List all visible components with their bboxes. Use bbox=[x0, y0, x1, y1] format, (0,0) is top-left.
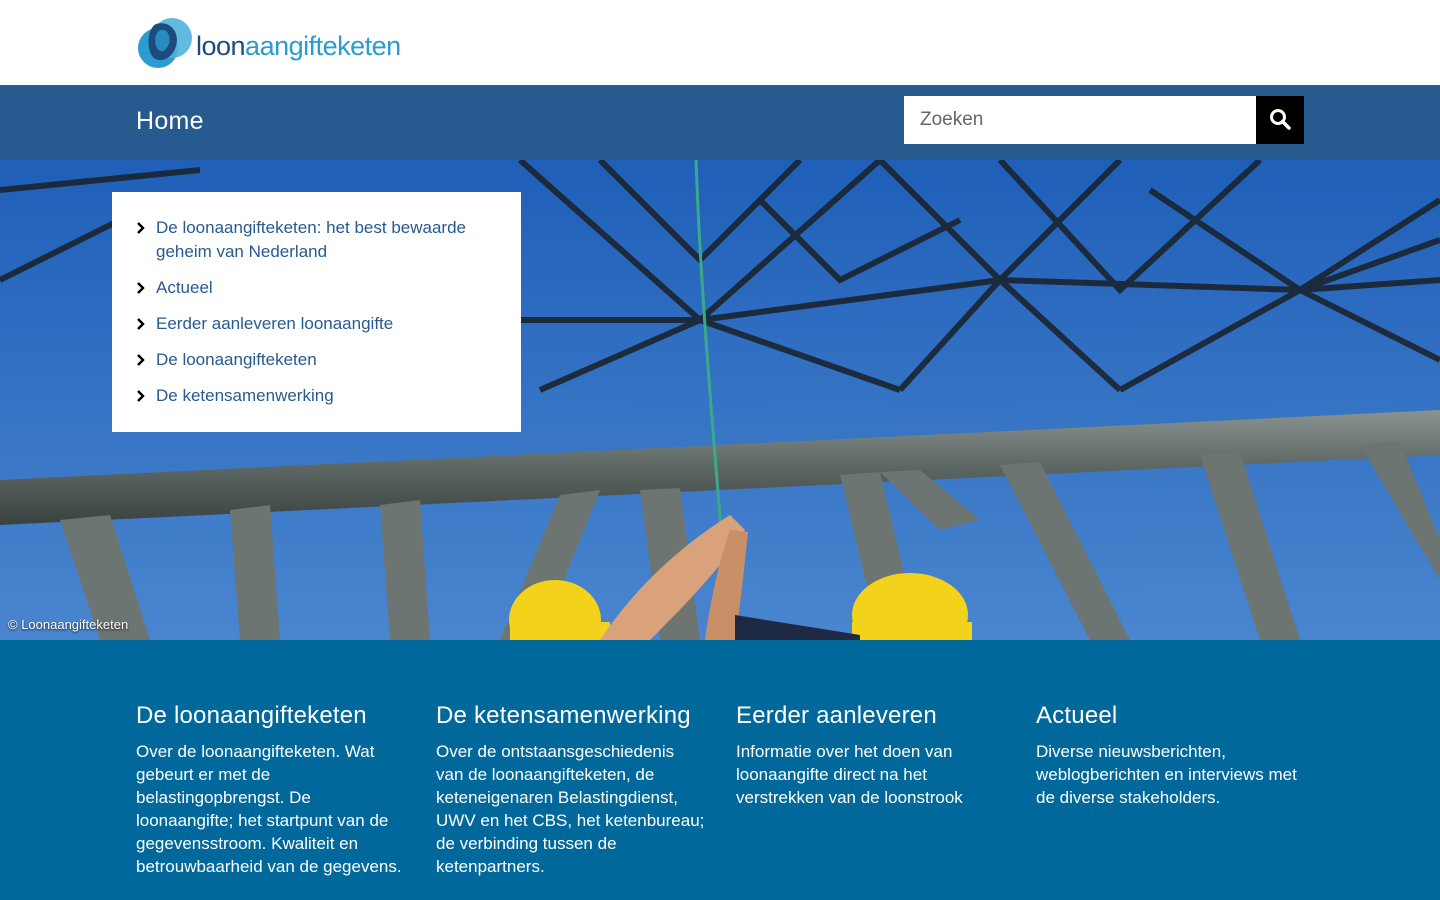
hero-menu-item-label: Eerder aanleveren loonaangifte bbox=[156, 314, 394, 333]
chevron-right-icon bbox=[136, 312, 156, 336]
hero-menu-item-best-bewaarde-geheim[interactable]: De loonaangifteketen: het best bewaarde … bbox=[136, 216, 497, 264]
hero-menu-item-label: Actueel bbox=[156, 278, 213, 297]
search-input[interactable] bbox=[904, 96, 1256, 144]
hero-menu-item-label: De ketensamenwerking bbox=[156, 386, 334, 405]
chevron-right-icon bbox=[136, 348, 156, 372]
navigation-bar: Home bbox=[0, 85, 1440, 160]
hero-menu: De loonaangifteketen: het best bewaarde … bbox=[112, 192, 521, 432]
search-button[interactable] bbox=[1256, 96, 1304, 144]
hero-menu-item-eerder-aanleveren[interactable]: Eerder aanleveren loonaangifte bbox=[136, 312, 497, 336]
topic-block-title[interactable]: Eerder aanleveren bbox=[736, 702, 1006, 730]
logo-icon bbox=[136, 16, 194, 70]
logo-text-part1: loon bbox=[196, 30, 246, 61]
topic-block-eerder-aanleveren[interactable]: Eerder aanleveren Informatie over het do… bbox=[736, 702, 1006, 809]
search-form bbox=[904, 96, 1304, 144]
chevron-right-icon bbox=[136, 276, 156, 300]
chevron-right-icon bbox=[136, 384, 156, 408]
topic-block-title[interactable]: De ketensamenwerking bbox=[436, 702, 706, 730]
logo-wordmark: loonaangifteketen bbox=[196, 30, 401, 61]
hero-banner: De loonaangifteketen: het best bewaarde … bbox=[0, 160, 1440, 640]
hero-menu-item-label: De loonaangifteketen: het best bewaarde … bbox=[156, 218, 467, 261]
topic-block-text: Informatie over het doen van loonaangift… bbox=[736, 742, 963, 807]
image-credit: © Loonaangifteketen bbox=[8, 617, 129, 632]
hero-menu-item-actueel[interactable]: Actueel bbox=[136, 276, 497, 300]
topic-block-loonaangifteketen[interactable]: De loonaangifteketen Over de loonaangift… bbox=[136, 702, 406, 878]
topic-block-actueel[interactable]: Actueel Diverse nieuwsberichten, weblogb… bbox=[1036, 702, 1306, 809]
topic-block-ketensamenwerking[interactable]: De ketensamenwerking Over de ontstaansge… bbox=[436, 702, 706, 878]
chevron-right-icon bbox=[136, 216, 156, 240]
logo-text-part2: aangifteketen bbox=[245, 30, 401, 61]
site-header: loonaangifteketen bbox=[0, 0, 1440, 85]
hero-menu-item-loonaangifteketen[interactable]: De loonaangifteketen bbox=[136, 348, 497, 372]
topic-block-text: Over de loonaangifteketen. Wat gebeurt e… bbox=[136, 742, 402, 876]
search-icon bbox=[1269, 108, 1291, 133]
hero-menu-item-label: De loonaangifteketen bbox=[156, 350, 317, 369]
topic-block-text: Over de ontstaansgeschiedenis van de loo… bbox=[436, 742, 705, 876]
site-logo[interactable]: loonaangifteketen bbox=[136, 16, 401, 70]
hero-menu-item-ketensamenwerking[interactable]: De ketensamenwerking bbox=[136, 384, 497, 408]
topic-block-text: Diverse nieuwsberichten, weblogberichten… bbox=[1036, 742, 1297, 807]
topic-block-title[interactable]: Actueel bbox=[1036, 702, 1306, 730]
topic-block-title[interactable]: De loonaangifteketen bbox=[136, 702, 406, 730]
topic-blocks: De loonaangifteketen Over de loonaangift… bbox=[0, 640, 1440, 900]
home-link[interactable]: Home bbox=[136, 107, 204, 136]
